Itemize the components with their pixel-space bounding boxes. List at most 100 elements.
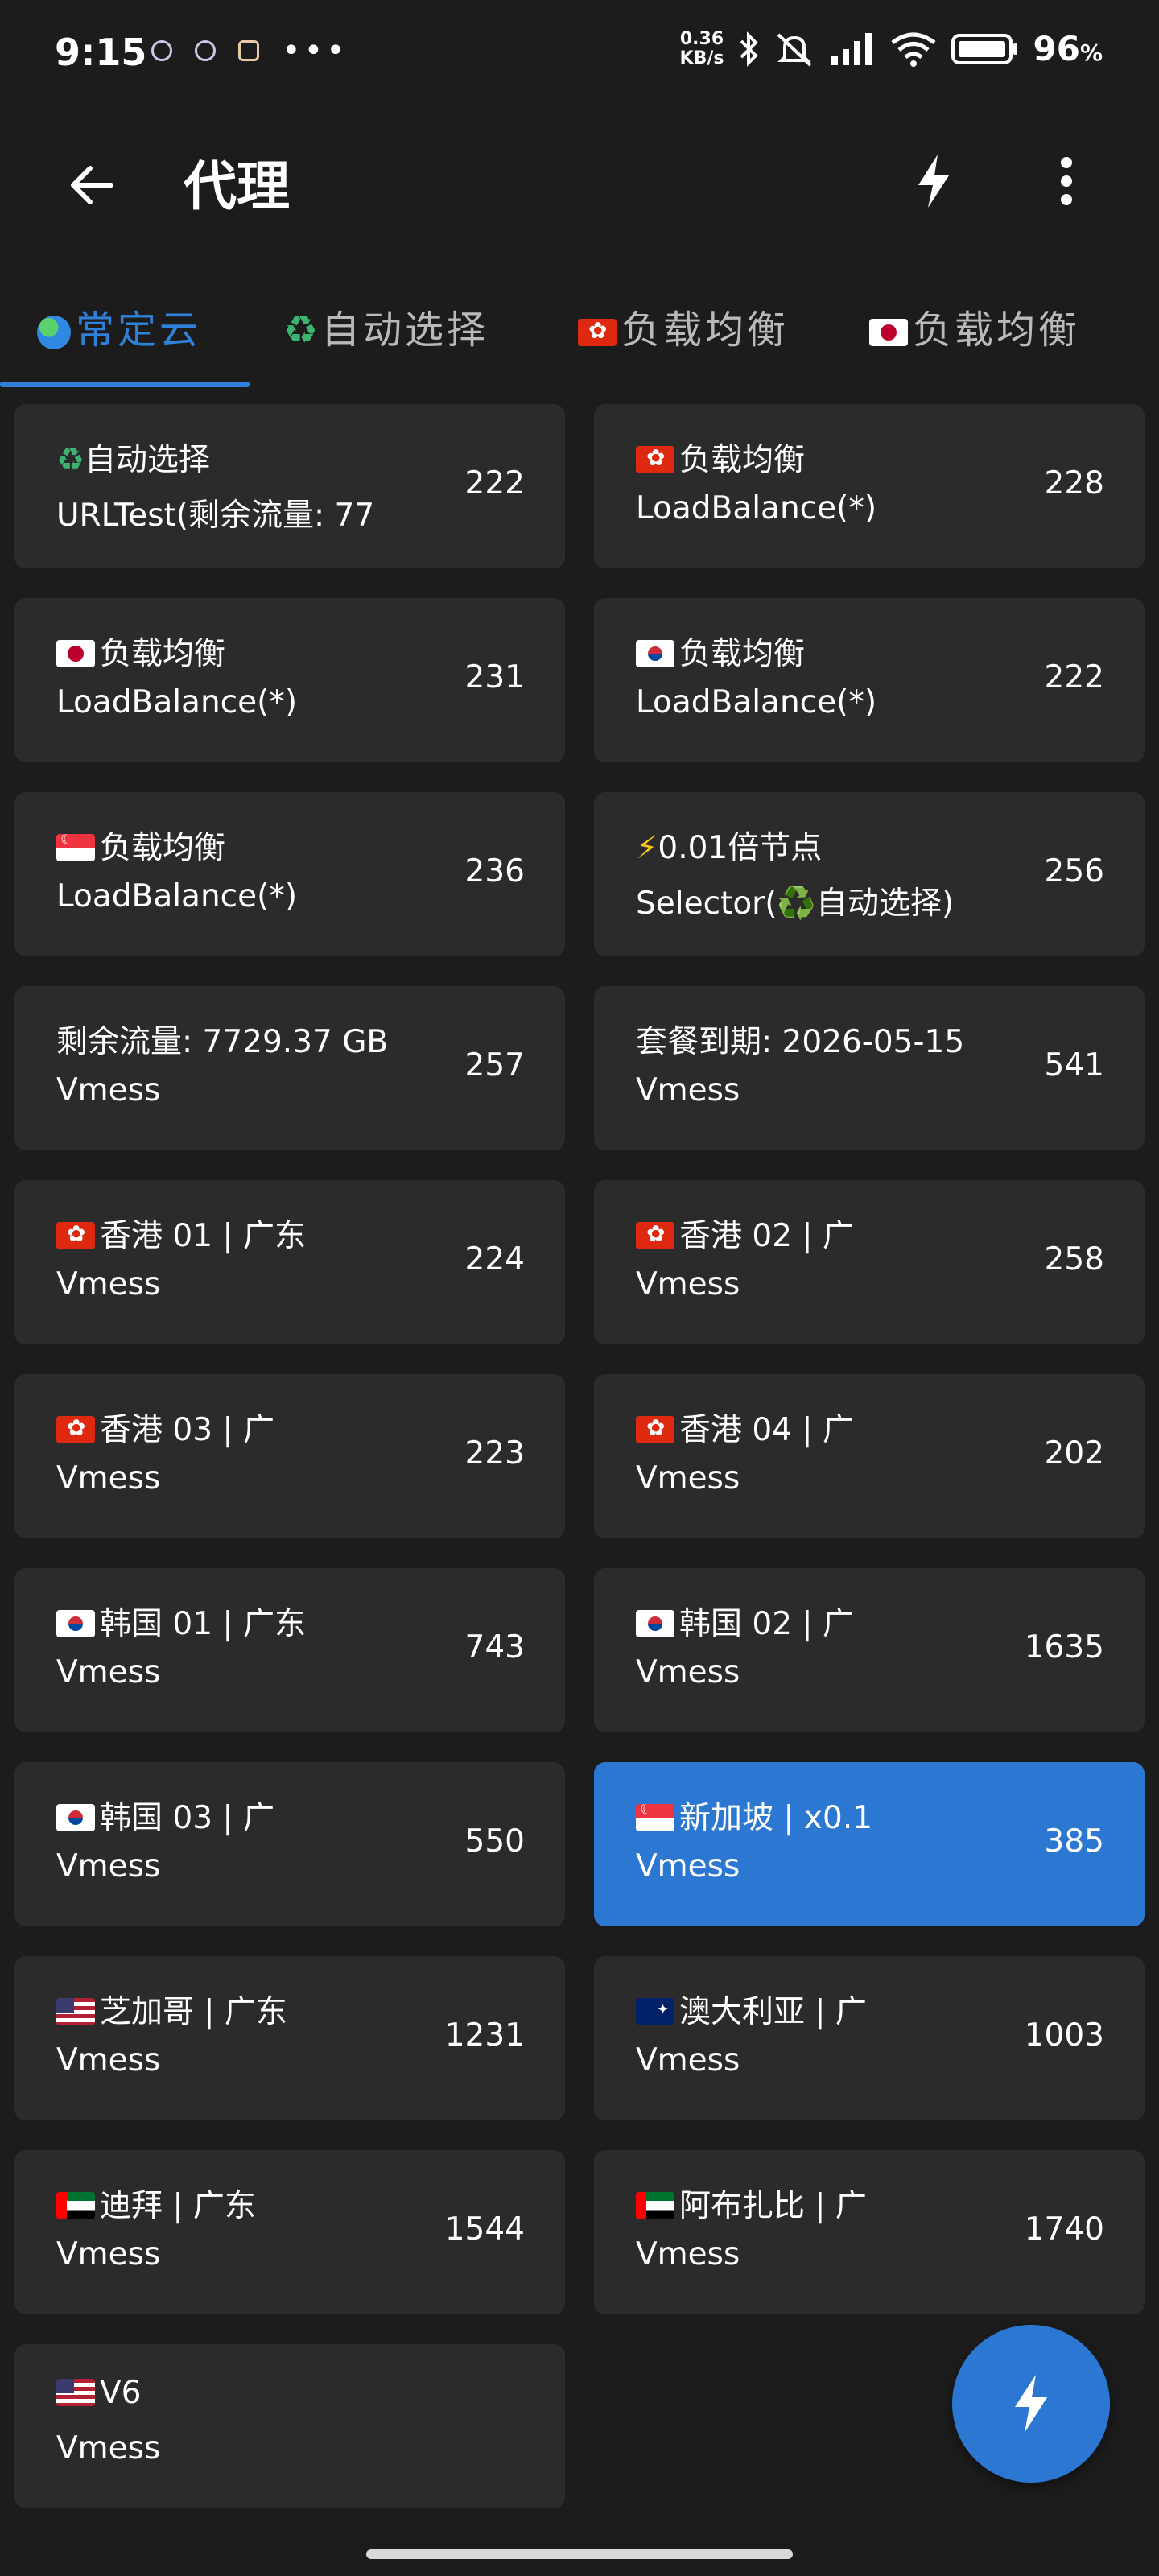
flag-ae-icon (636, 2192, 674, 2219)
proxy-delay: 257 (464, 1047, 525, 1084)
more-vert-icon (1061, 157, 1072, 205)
proxy-name: 芝加哥 | 广东 (56, 1987, 287, 2032)
tab-loadbalance-hk[interactable]: 负载均衡 (578, 298, 789, 354)
proxy-type: LoadBalance(*) (636, 684, 877, 720)
proxy-card[interactable]: 芝加哥 | 广东 Vmess 1231 (14, 1956, 565, 2120)
proxy-card[interactable]: ⚡0.01倍节点 Selector(♻️自动选择) 256 (594, 792, 1145, 956)
proxy-name: ♻自动选择 (56, 435, 210, 480)
tab-label: 自动选择 (321, 308, 489, 353)
test-latency-fab[interactable] (952, 2325, 1110, 2483)
proxy-card[interactable]: 负载均衡 LoadBalance(*) 222 (594, 598, 1145, 762)
proxy-card[interactable]: 负载均衡 LoadBalance(*) 231 (14, 598, 565, 762)
proxy-name: 韩国 01 | 广东 (56, 1599, 306, 1644)
net-speed-value: 0.36 (679, 28, 724, 49)
proxy-card[interactable]: ♻自动选择 URLTest(剩余流量: 77 222 (14, 404, 565, 568)
proxy-card[interactable]: 韩国 02 | 广 Vmess 1635 (594, 1568, 1145, 1732)
proxy-name-text: 澳大利亚 | 广 (679, 1994, 867, 2030)
proxy-name: 韩国 03 | 广 (56, 1793, 274, 1838)
proxy-name: 韩国 02 | 广 (636, 1599, 854, 1644)
back-button[interactable] (56, 149, 129, 221)
proxy-name-text: 新加坡 | x0.1 (679, 1800, 873, 1836)
proxy-card[interactable]: 负载均衡 LoadBalance(*) 228 (594, 404, 1145, 568)
tab-auto-select[interactable]: ♻自动选择 (283, 298, 489, 354)
proxy-delay: 385 (1044, 1823, 1104, 1860)
proxy-card[interactable]: 韩国 03 | 广 Vmess 550 (14, 1762, 565, 1926)
proxy-name-text: 自动选择 (84, 442, 210, 478)
proxy-name-text: 负载均衡 (679, 636, 806, 672)
proxy-type: Vmess (56, 1654, 161, 1690)
proxy-name-text: 套餐到期: 2026-05-15 (636, 1024, 965, 1060)
notification-icon (151, 40, 172, 61)
proxy-type: Vmess (56, 1072, 161, 1108)
proxy-delay: 223 (464, 1435, 525, 1472)
status-time: 9:15 (55, 31, 147, 74)
proxy-name-text: 香港 04 | 广 (679, 1412, 854, 1448)
gesture-nav-bar[interactable] (366, 2549, 793, 2559)
tab-label: 负载均衡 (913, 308, 1081, 353)
proxy-name-text: 韩国 03 | 广 (100, 1800, 274, 1836)
proxy-card[interactable]: 澳大利亚 | 广 Vmess 1003 (594, 1956, 1145, 2120)
proxy-card[interactable]: 剩余流量: 7729.37 GB Vmess 257 (14, 986, 565, 1150)
proxy-card[interactable]: 香港 04 | 广 Vmess 202 (594, 1374, 1145, 1538)
proxy-type: LoadBalance(*) (636, 490, 877, 526)
proxy-name-text: 韩国 01 | 广东 (100, 1606, 306, 1642)
proxy-name: 香港 01 | 广东 (56, 1211, 306, 1256)
proxy-name: ⚡0.01倍节点 (636, 823, 822, 868)
proxy-card[interactable]: 阿布扎比 | 广 Vmess 1740 (594, 2150, 1145, 2314)
recycle-icon: ♻ (283, 308, 322, 353)
proxy-name: 套餐到期: 2026-05-15 (636, 1017, 964, 1062)
flag-kr-icon (636, 640, 674, 667)
proxy-delay: 1635 (1024, 1629, 1104, 1666)
more-menu-button[interactable] (1038, 145, 1095, 217)
app-bar: 代理 (0, 105, 1159, 250)
proxy-type: Vmess (56, 2430, 161, 2467)
proxy-card[interactable]: 新加坡 | x0.1 Vmess 385 (594, 1762, 1145, 1926)
flag-au-icon (636, 1998, 674, 2025)
flag-jp-icon (56, 640, 95, 667)
notification-icon (195, 40, 216, 61)
proxy-card[interactable]: 负载均衡 LoadBalance(*) 236 (14, 792, 565, 956)
proxy-card[interactable]: 香港 03 | 广 Vmess 223 (14, 1374, 565, 1538)
proxy-card[interactable]: 香港 02 | 广 Vmess 258 (594, 1180, 1145, 1344)
proxy-name-text: 剩余流量: 7729.37 GB (56, 1024, 389, 1060)
proxy-type: Vmess (56, 2236, 161, 2273)
proxy-card[interactable]: 韩国 01 | 广东 Vmess 743 (14, 1568, 565, 1732)
active-tab-indicator (0, 382, 250, 387)
proxy-name-text: 阿布扎比 | 广 (679, 2188, 867, 2224)
bolt-icon (1015, 2375, 1047, 2433)
proxy-name: 香港 02 | 广 (636, 1211, 854, 1256)
bluetooth-icon (740, 31, 759, 67)
proxy-card[interactable]: 迪拜 | 广东 Vmess 1544 (14, 2150, 565, 2314)
mute-icon (777, 33, 812, 66)
proxy-type: URLTest(剩余流量: 77 (56, 497, 375, 534)
proxy-type: Vmess (636, 1848, 740, 1885)
proxy-type: Vmess (56, 1460, 161, 1496)
flag-hk-icon (636, 446, 674, 473)
flag-ae-icon (56, 2192, 95, 2219)
back-arrow-icon (71, 166, 113, 204)
proxy-name: 负载均衡 (56, 823, 225, 868)
flag-hk-icon (56, 1222, 95, 1249)
flag-sg-icon (56, 834, 95, 861)
proxy-delay: 222 (1044, 659, 1104, 696)
proxy-name: 香港 03 | 广 (56, 1405, 274, 1450)
proxy-name-text: 0.01倍节点 (658, 830, 823, 866)
test-delay-button[interactable] (905, 145, 962, 217)
proxy-name: 澳大利亚 | 广 (636, 1987, 867, 2032)
proxy-card[interactable]: 套餐到期: 2026-05-15 Vmess 541 (594, 986, 1145, 1150)
flag-jp-icon (869, 319, 908, 346)
net-speed-unit: KB/s (679, 47, 724, 68)
proxy-type: LoadBalance(*) (56, 878, 298, 914)
proxy-name: 负载均衡 (636, 435, 805, 480)
proxy-type: Vmess (56, 1266, 161, 1302)
proxy-card[interactable]: 香港 01 | 广东 Vmess 224 (14, 1180, 565, 1344)
proxy-card[interactable]: V6 Vmess (14, 2344, 565, 2508)
battery-icon (951, 33, 1018, 64)
tab-loadbalance-jp[interactable]: 负载均衡 (869, 298, 1080, 354)
recycle-icon: ♻ (56, 442, 85, 478)
proxy-name: 香港 04 | 广 (636, 1405, 854, 1450)
proxy-name-text: 负载均衡 (100, 830, 226, 866)
tab-changdingyun[interactable]: 常定云 (37, 298, 201, 354)
tab-label: 常定云 (76, 308, 202, 353)
proxy-name: V6 (56, 2375, 142, 2411)
